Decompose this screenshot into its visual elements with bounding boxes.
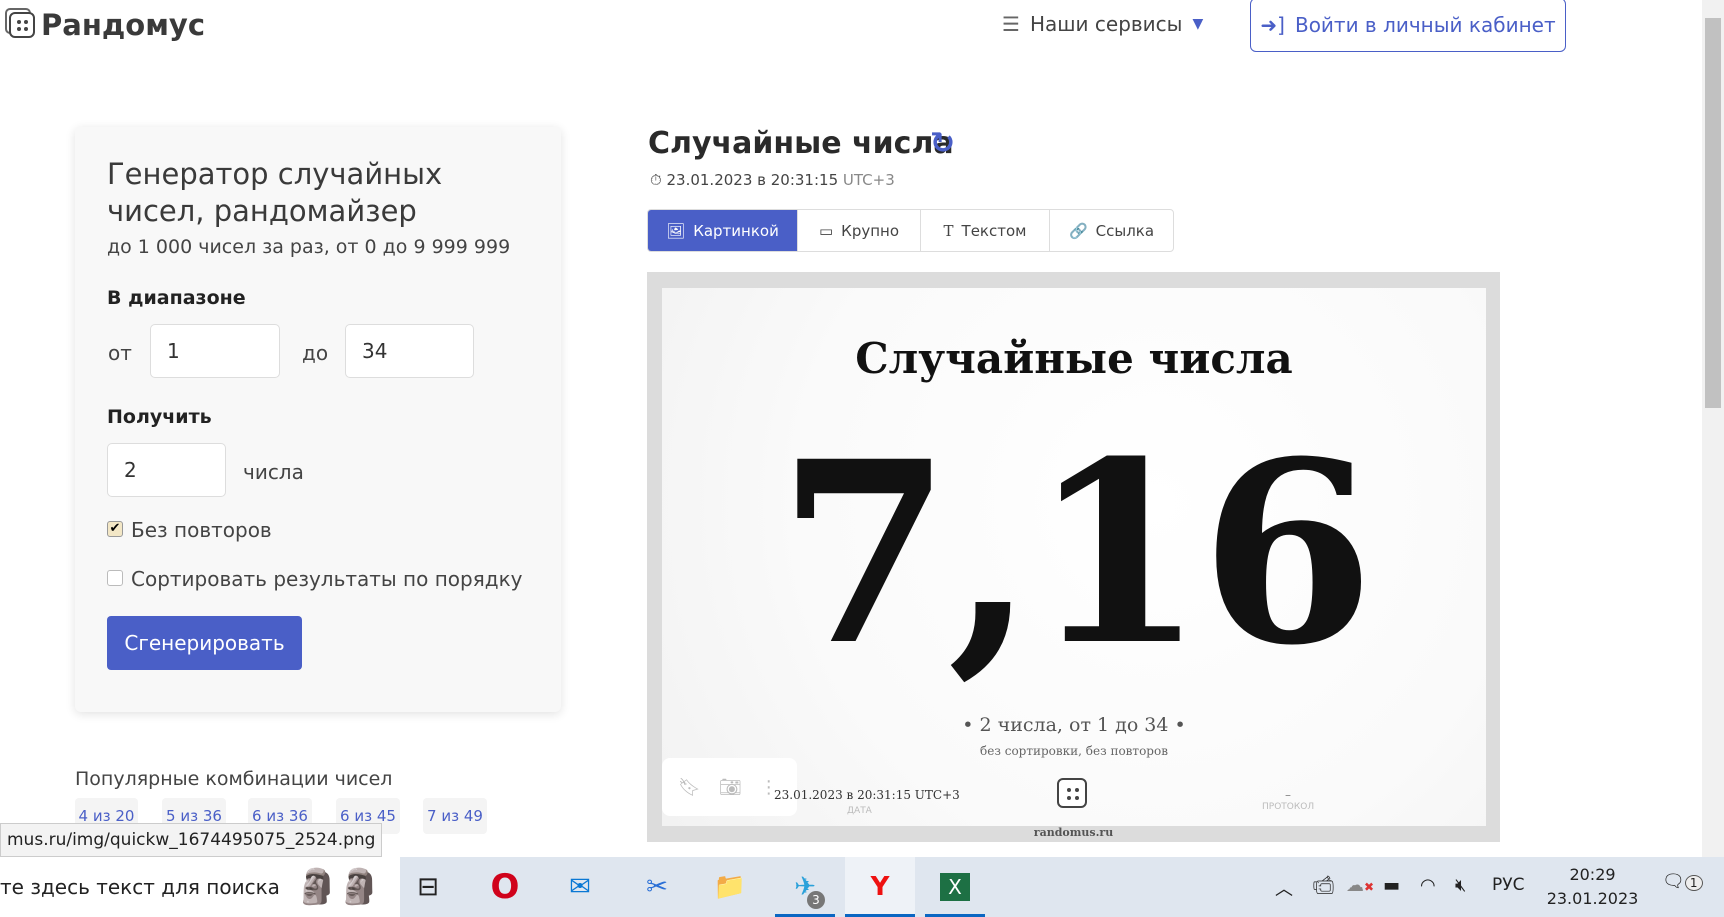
tab-large[interactable]: ▭ Крупно <box>798 210 921 251</box>
image-details: без сортировки, без повторов <box>980 744 1168 758</box>
tray-chevron-icon[interactable]: ︿ <box>1275 875 1293 901</box>
tab-label: Крупно <box>841 221 900 240</box>
chevron-down-icon: ▼ <box>1192 16 1204 32</box>
moai-search-art-icon: 🗿🗿 <box>295 867 381 907</box>
telegram-badge: 3 <box>807 891 825 909</box>
count-input[interactable]: 2 <box>107 443 226 497</box>
image-numbers: 7,16 <box>777 406 1375 700</box>
link-icon: 🔗 <box>1068 221 1088 240</box>
wifi-icon[interactable]: ◠ <box>1420 875 1436 896</box>
result-view-tabs: 🖼 Картинкой ▭ Крупно T Текстом 🔗 Ссылка <box>647 209 1174 252</box>
timezone-text: UTC+3 <box>842 171 895 189</box>
scrollbar[interactable] <box>1702 0 1724 857</box>
login-label: Войти в личный кабинет <box>1294 13 1556 37</box>
dice-icon <box>1053 774 1087 808</box>
clock[interactable]: 20:29 23.01.2023 <box>1545 863 1640 911</box>
stopwatch-icon: ⏱ <box>650 171 662 189</box>
status-bar-url: mus.ru/img/quickw_1674495075_2524.png <box>0 823 383 857</box>
count-unit: числа <box>243 460 304 484</box>
taskbar: те здесь текст для поиска 🗿🗿 ⊟ O ✉ ✂ 📁 ✈ 3… <box>0 857 1724 917</box>
image-toolbar: 🔖︎ 📷︎ ⋮ <box>662 758 797 816</box>
tab-label: Ссылка <box>1095 221 1155 240</box>
image-title: Случайные числа <box>855 334 1293 383</box>
protocol-value: – <box>1285 788 1292 802</box>
dice-icon <box>5 8 35 38</box>
get-label: Получить <box>107 406 212 428</box>
meet-now-icon[interactable]: 📹︎ <box>1312 875 1335 896</box>
image-site: randomus.ru <box>1033 826 1114 839</box>
snipping-tool-icon[interactable]: ✂ <box>627 857 687 917</box>
notification-count: 1 <box>1684 875 1703 891</box>
from-label: от <box>108 341 132 365</box>
to-input[interactable]: 34 <box>345 324 474 378</box>
protocol-label: ПРОТОКОЛ <box>1262 802 1315 812</box>
from-input[interactable]: 1 <box>150 324 280 378</box>
excel-icon[interactable]: X <box>925 857 985 917</box>
search-placeholder: те здесь текст для поиска <box>0 875 280 899</box>
clock-date: 23.01.2023 <box>1546 889 1639 908</box>
sign-in-icon: ➜] <box>1260 13 1285 37</box>
onedrive-error-icon[interactable]: ☁✖ <box>1346 875 1374 896</box>
sort-checkbox[interactable] <box>107 570 123 586</box>
tab-link[interactable]: 🔗 Ссылка <box>1050 210 1173 251</box>
services-label: Наши сервисы <box>1029 12 1183 36</box>
result-timestamp: ⏱ 23.01.2023 в 20:31:15 UTC+3 <box>650 171 895 189</box>
text-icon: T <box>943 221 954 240</box>
generator-title: Генератор случайных чисел, рандомайзер <box>107 157 443 228</box>
popular-title: Популярные комбинации чисел <box>75 768 393 790</box>
clock-time: 20:29 <box>1569 865 1616 884</box>
tab-label: Текстом <box>961 221 1027 240</box>
to-label: до <box>302 341 329 365</box>
logo[interactable]: Рандомус <box>5 8 206 42</box>
camera-icon[interactable]: 📷︎ <box>719 777 742 798</box>
language-indicator[interactable]: РУС <box>1492 875 1524 895</box>
timestamp-text: 23.01.2023 в 20:31:15 <box>666 171 839 189</box>
image-date-label: ДАТА <box>847 806 872 816</box>
result-image[interactable]: Случайные числа 7,16 • 2 числа, от 1 до … <box>647 272 1500 842</box>
yandex-browser-icon[interactable]: Y <box>845 857 915 917</box>
result-title: Случайные числа <box>648 126 954 161</box>
file-explorer-icon[interactable]: 📁 <box>700 857 760 917</box>
generator-subtitle: до 1 000 чисел за раз, от 0 до 9 999 999 <box>107 236 511 258</box>
battery-icon[interactable]: ▬ <box>1383 875 1400 896</box>
image-date: 23.01.2023 в 20:31:15 UTC+3 <box>774 788 960 802</box>
logo-text: Рандомус <box>41 8 206 42</box>
task-view-icon[interactable]: ⊟ <box>398 857 458 917</box>
refresh-icon[interactable]: ↻ <box>930 126 955 161</box>
volume-muted-icon[interactable]: 🔇︎ <box>1455 875 1466 896</box>
no-repeat-label[interactable]: Без повторов <box>131 518 272 542</box>
telegram-icon[interactable]: ✈ 3 <box>775 857 835 917</box>
login-button[interactable]: ➜] Войти в личный кабинет <box>1250 0 1566 52</box>
scrollbar-thumb[interactable] <box>1705 18 1721 408</box>
image-summary: • 2 числа, от 1 до 34 • <box>962 714 1186 736</box>
square-icon: ▭ <box>818 221 834 240</box>
tab-text[interactable]: T Текстом <box>921 210 1050 251</box>
image-icon: 🖼 <box>666 221 686 240</box>
mail-icon[interactable]: ✉ <box>550 857 610 917</box>
popular-chip[interactable]: 7 из 49 <box>423 798 487 834</box>
list-icon: ☰ <box>1002 12 1020 36</box>
services-menu[interactable]: ☰ Наши сервисы ▼ <box>1002 12 1203 36</box>
bookmark-icon[interactable]: 🔖︎ <box>678 777 701 798</box>
opera-icon[interactable]: O <box>475 857 535 917</box>
no-repeat-checkbox[interactable]: ✔ <box>107 521 123 537</box>
sort-label[interactable]: Сортировать результаты по порядку <box>131 567 523 591</box>
tab-label: Картинкой <box>693 221 779 240</box>
tab-image[interactable]: 🖼 Картинкой <box>648 210 798 251</box>
generate-button[interactable]: Сгенерировать <box>107 616 302 670</box>
notifications-icon[interactable]: 🗨︎ 1 <box>1662 871 1703 892</box>
taskbar-search[interactable]: те здесь текст для поиска 🗿🗿 <box>0 857 400 917</box>
image-protocol: – ПРОТОКОЛ <box>1262 788 1314 812</box>
range-label: В диапазоне <box>107 287 246 309</box>
